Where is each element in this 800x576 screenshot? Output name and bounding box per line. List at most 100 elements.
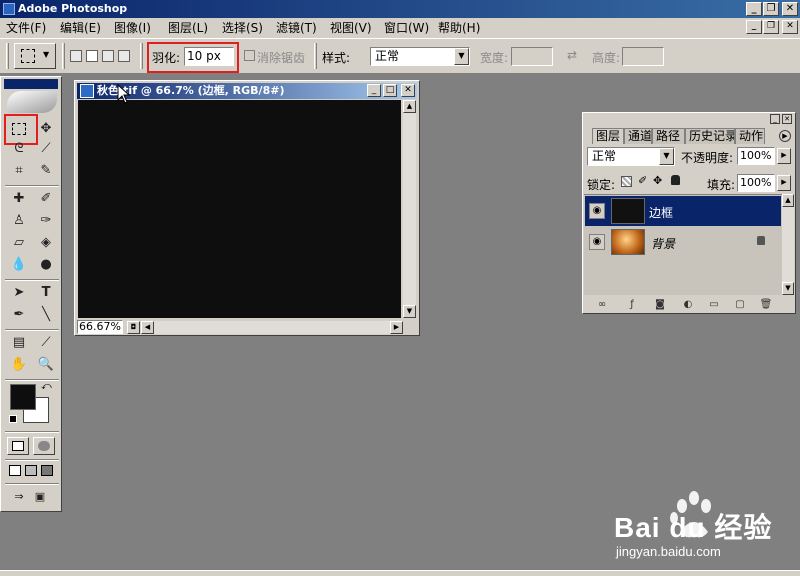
toolbox-title-bar[interactable] bbox=[4, 79, 58, 89]
tab-channels[interactable]: 通道 bbox=[624, 128, 652, 144]
lock-position-icon[interactable]: ✥ bbox=[653, 174, 662, 187]
zoom-level-field[interactable]: 66.67% bbox=[77, 320, 123, 334]
jump-to-imageready-icon[interactable]: ⇒ bbox=[8, 487, 30, 507]
horizontal-scrollbar[interactable]: ◀ ▶ bbox=[141, 321, 403, 334]
scroll-up-icon[interactable]: ▲ bbox=[403, 100, 416, 113]
new-layer-icon[interactable]: ▢ bbox=[733, 299, 747, 311]
tab-paths[interactable]: 路径 bbox=[652, 128, 685, 144]
eyedropper-tool-icon[interactable]: ⟋ bbox=[35, 333, 57, 353]
opacity-slider-icon[interactable]: ▶ bbox=[777, 148, 791, 164]
menu-file[interactable]: 文件(F) bbox=[6, 20, 46, 36]
screen-mode-full-menu-icon[interactable] bbox=[25, 465, 37, 476]
pen-tool-icon[interactable]: ✒ bbox=[8, 305, 30, 325]
layer-style-icon[interactable]: ƒ bbox=[625, 299, 639, 311]
paint-bucket-tool-icon[interactable]: ◈ bbox=[35, 233, 57, 253]
clone-stamp-tool-icon[interactable]: ♙ bbox=[8, 211, 30, 231]
panel-close-icon[interactable]: ✕ bbox=[782, 114, 792, 124]
options-bar-grip[interactable] bbox=[6, 43, 9, 69]
lasso-tool-icon[interactable]: ᘓ bbox=[8, 139, 30, 159]
style-dropdown[interactable]: 正常 ▼ bbox=[370, 47, 470, 66]
scroll-down-icon[interactable]: ▼ bbox=[403, 305, 416, 318]
menu-layer[interactable]: 图层(L) bbox=[168, 20, 208, 36]
tab-actions[interactable]: 动作 bbox=[735, 128, 765, 144]
type-tool-icon[interactable]: T bbox=[35, 283, 57, 303]
layers-panel-title-bar[interactable]: _ ✕ bbox=[584, 114, 794, 125]
fill-input[interactable]: 100% bbox=[737, 174, 775, 192]
menu-view[interactable]: 视图(V) bbox=[330, 20, 372, 36]
new-group-icon[interactable]: ▭ bbox=[707, 299, 721, 311]
image-canvas[interactable] bbox=[78, 100, 401, 318]
feather-input[interactable]: 10 px bbox=[184, 47, 234, 66]
hand-tool-icon[interactable]: ✋ bbox=[8, 355, 30, 375]
line-tool-icon[interactable]: ╲ bbox=[35, 305, 57, 325]
add-selection-icon[interactable] bbox=[86, 50, 98, 62]
scroll-left-icon[interactable]: ◀ bbox=[141, 321, 154, 334]
doc-minimize-button[interactable]: _ bbox=[746, 20, 762, 34]
zoom-tool-icon[interactable]: 🔍 bbox=[35, 355, 57, 375]
foreground-color-swatch[interactable] bbox=[10, 384, 36, 410]
screen-mode-full-icon[interactable] bbox=[41, 465, 53, 476]
doc-window-minimize-button[interactable]: _ bbox=[367, 84, 381, 97]
doc-close-button[interactable]: ✕ bbox=[782, 20, 798, 34]
intersect-selection-icon[interactable] bbox=[118, 50, 130, 62]
lock-pixels-icon[interactable]: ✐ bbox=[638, 174, 647, 187]
visibility-eye-icon[interactable]: ◉ bbox=[589, 203, 605, 219]
healing-brush-tool-icon[interactable]: ✚ bbox=[8, 189, 30, 209]
restore-button[interactable]: ❐ bbox=[763, 2, 779, 16]
doc-window-maximize-button[interactable]: □ bbox=[383, 84, 397, 97]
close-button[interactable]: ✕ bbox=[782, 2, 798, 16]
delete-layer-icon[interactable]: 🗑 bbox=[759, 299, 773, 311]
standard-mode-button[interactable] bbox=[7, 437, 29, 455]
lock-all-icon[interactable] bbox=[671, 175, 680, 185]
scroll-down-icon[interactable]: ▼ bbox=[782, 282, 794, 295]
minimize-button[interactable]: _ bbox=[746, 2, 762, 16]
vertical-scrollbar[interactable]: ▲ ▼ bbox=[403, 100, 416, 318]
layers-scrollbar[interactable]: ▲ ▼ bbox=[782, 194, 794, 295]
fill-slider-icon[interactable]: ▶ bbox=[777, 175, 791, 191]
menu-select[interactable]: 选择(S) bbox=[222, 20, 263, 36]
layer-mask-icon[interactable]: ◙ bbox=[653, 299, 667, 311]
notes-tool-icon[interactable]: ▤ bbox=[8, 333, 30, 353]
doc-window-close-button[interactable]: ✕ bbox=[401, 84, 415, 97]
tab-layers[interactable]: 图层 bbox=[592, 128, 624, 144]
panel-minimize-icon[interactable]: _ bbox=[770, 114, 780, 124]
layer-row-border[interactable]: ◉ 边框 bbox=[585, 196, 781, 226]
default-colors-icon[interactable] bbox=[9, 415, 17, 423]
menu-window[interactable]: 窗口(W) bbox=[384, 20, 429, 36]
opacity-input[interactable]: 100% bbox=[737, 147, 775, 165]
magic-wand-tool-icon[interactable]: ⟋ bbox=[35, 139, 57, 159]
menu-edit[interactable]: 编辑(E) bbox=[60, 20, 101, 36]
slice-tool-icon[interactable]: ✎ bbox=[35, 161, 57, 181]
adjustment-layer-icon[interactable]: ◐ bbox=[681, 299, 695, 311]
quick-mask-button[interactable] bbox=[33, 437, 55, 455]
new-selection-icon[interactable] bbox=[70, 50, 82, 62]
blur-tool-icon[interactable]: 💧 bbox=[8, 255, 30, 275]
blend-mode-dropdown[interactable]: 正常 ▼ bbox=[587, 147, 675, 166]
tool-preset-picker[interactable]: ▼ bbox=[14, 43, 56, 69]
dodge-tool-icon[interactable]: ● bbox=[35, 255, 57, 275]
menu-image[interactable]: 图像(I) bbox=[114, 20, 151, 36]
scroll-up-icon[interactable]: ▲ bbox=[782, 194, 794, 207]
imageready-icon[interactable]: ▣ bbox=[29, 487, 51, 507]
layer-row-background[interactable]: ◉ 背景 bbox=[585, 227, 781, 257]
visibility-eye-icon[interactable]: ◉ bbox=[589, 234, 605, 250]
eraser-tool-icon[interactable]: ▱ bbox=[8, 233, 30, 253]
tab-history[interactable]: 历史记录 bbox=[685, 128, 735, 144]
subtract-selection-icon[interactable] bbox=[102, 50, 114, 62]
screen-mode-standard-icon[interactable] bbox=[9, 465, 21, 476]
status-menu-icon[interactable]: ◘ bbox=[127, 321, 140, 334]
path-selection-tool-icon[interactable]: ➤ bbox=[8, 283, 30, 303]
panel-menu-icon[interactable]: ▶ bbox=[779, 130, 791, 142]
link-layers-icon[interactable]: ∞ bbox=[595, 299, 609, 311]
rect-marquee-tool-icon[interactable] bbox=[8, 119, 30, 139]
swap-colors-icon[interactable]: ⤺ bbox=[41, 381, 52, 392]
doc-restore-button[interactable]: ❐ bbox=[763, 20, 779, 34]
history-brush-tool-icon[interactable]: ✑ bbox=[35, 211, 57, 231]
crop-tool-icon[interactable]: ⌗ bbox=[8, 161, 30, 181]
move-tool-icon[interactable]: ✥ bbox=[35, 119, 57, 139]
antialias-checkbox[interactable] bbox=[244, 50, 255, 61]
brush-tool-icon[interactable]: ✐ bbox=[35, 189, 57, 209]
menu-filter[interactable]: 滤镜(T) bbox=[276, 20, 317, 36]
menu-help[interactable]: 帮助(H) bbox=[438, 20, 480, 36]
scroll-right-icon[interactable]: ▶ bbox=[390, 321, 403, 334]
